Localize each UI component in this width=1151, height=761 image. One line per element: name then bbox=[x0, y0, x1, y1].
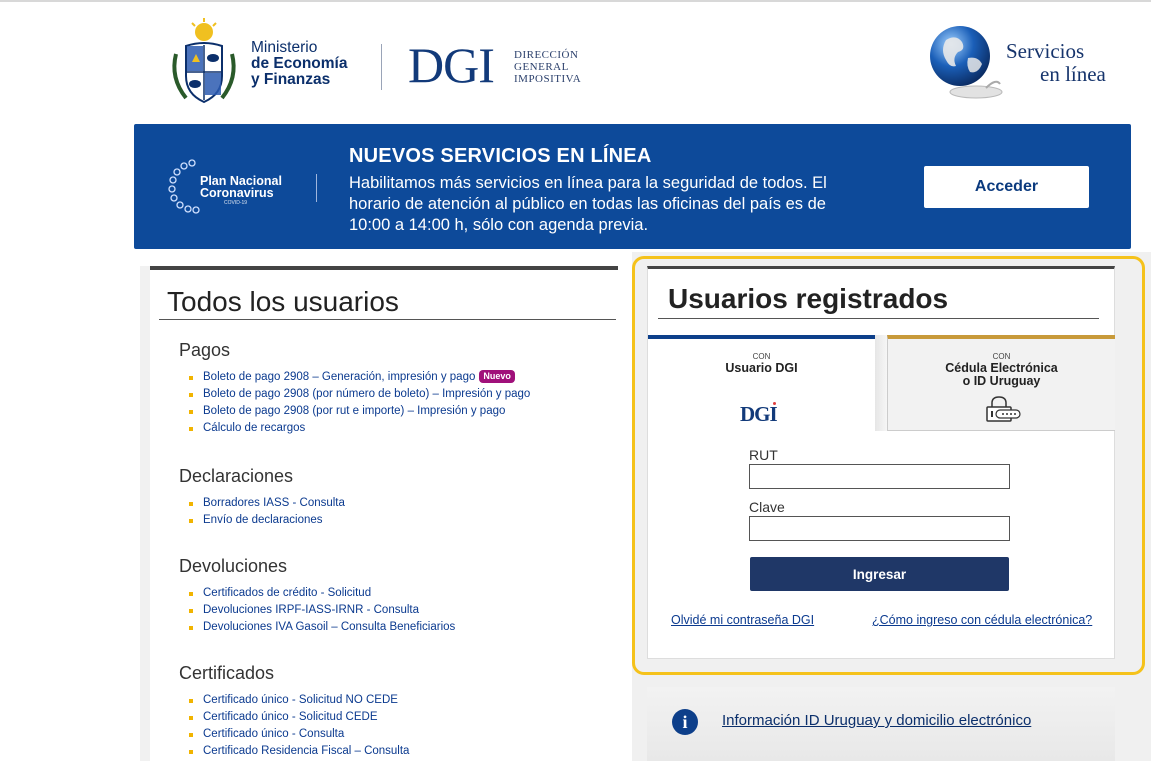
devoluciones-list: Certificados de crédito - Solicitud Devo… bbox=[179, 585, 455, 636]
ministry-line-1: Ministerio bbox=[251, 39, 318, 56]
login-highlight-frame bbox=[632, 256, 1145, 675]
info-id-uruguay-box: i Información ID Uruguay y domicilio ele… bbox=[647, 687, 1115, 761]
list-item-link[interactable]: Boleto de pago 2908 – Generación, impres… bbox=[203, 371, 475, 383]
acceder-button[interactable]: Acceder bbox=[924, 166, 1089, 208]
plan-nacional-label: Plan Nacional Coronavirus COVID-19 bbox=[200, 175, 282, 206]
dgi-name-line-3: IMPOSITIVA bbox=[514, 73, 582, 85]
banner-title: NUEVOS SERVICIOS EN LÍNEA bbox=[349, 145, 652, 167]
ministry-line-3: y Finanzas bbox=[251, 71, 331, 88]
list-item[interactable]: Certificado único - Solicitud NO CEDE bbox=[188, 692, 409, 709]
ministry-name: Ministerio de Economía y Finanzas bbox=[251, 40, 347, 88]
ministry-line-2: de Economía bbox=[251, 55, 348, 72]
servicios-line-2: en línea bbox=[1040, 62, 1106, 86]
list-item[interactable]: Certificado único - Consulta bbox=[188, 726, 409, 743]
info-id-uruguay-link[interactable]: Información ID Uruguay y domicilio elect… bbox=[722, 712, 1031, 729]
section-heading: Declaraciones bbox=[179, 466, 294, 486]
list-item[interactable]: Devoluciones IVA Gasoil – Consulta Benef… bbox=[188, 619, 455, 636]
section-heading: Certificados bbox=[179, 663, 275, 683]
servicios-en-linea-title: Servicios en línea bbox=[1006, 40, 1106, 86]
list-item[interactable]: Boleto de pago 2908 (por número de bolet… bbox=[188, 386, 530, 403]
list-item[interactable]: Envío de declaraciones bbox=[189, 512, 345, 529]
section-devoluciones: Devoluciones Certificados de crédito - S… bbox=[179, 556, 455, 636]
todos-title: Todos los usuarios bbox=[167, 286, 399, 317]
dgi-name-line-2: GENERAL bbox=[514, 61, 569, 73]
certificados-list: Certificado único - Solicitud NO CEDE Ce… bbox=[179, 692, 409, 760]
info-icon: i bbox=[672, 709, 698, 735]
plan-nacional-logo-icon bbox=[168, 159, 200, 214]
nuevo-badge: Nuevo bbox=[479, 370, 515, 383]
list-item[interactable]: Borradores IASS - Consulta bbox=[189, 495, 345, 512]
section-heading: Pagos bbox=[179, 340, 231, 360]
uruguay-coat-of-arms-icon bbox=[172, 18, 236, 104]
section-pagos: Pagos Boleto de pago 2908 – Generación, … bbox=[179, 340, 530, 437]
section-certificados: Certificados Certificado único - Solicit… bbox=[179, 663, 409, 760]
declaraciones-list: Borradores IASS - Consulta Envío de decl… bbox=[179, 495, 345, 529]
top-divider bbox=[0, 0, 1151, 2]
todos-los-usuarios-panel: Todos los usuarios Pagos Boleto de pago … bbox=[140, 266, 618, 761]
pagos-list: Boleto de pago 2908 – Generación, impres… bbox=[179, 369, 530, 437]
section-declaraciones: Declaraciones Borradores IASS - Consulta… bbox=[179, 466, 345, 529]
dgi-logo: DGI bbox=[408, 37, 495, 93]
list-item[interactable]: Certificado Residencia Fiscal – Consulta bbox=[188, 743, 409, 760]
dgi-name-line-1: DIRECCIÓN bbox=[514, 49, 579, 61]
servicios-line-1: Servicios bbox=[1006, 39, 1085, 63]
section-heading: Devoluciones bbox=[179, 556, 288, 576]
list-item[interactable]: Cálculo de recargos bbox=[188, 420, 530, 437]
list-item[interactable]: Boleto de pago 2908 (por rut e importe) … bbox=[188, 403, 530, 420]
plan-line-2: Coronavirus bbox=[200, 186, 274, 200]
dgi-full-name: DIRECCIÓN GENERAL IMPOSITIVA bbox=[514, 49, 581, 85]
header-separator bbox=[381, 44, 382, 90]
globe-mouse-icon bbox=[930, 26, 1003, 99]
plan-small-label: COVID-19 bbox=[224, 200, 248, 206]
todos-title-underline bbox=[159, 319, 616, 320]
banner-separator bbox=[316, 174, 317, 202]
list-item[interactable]: Devoluciones IRPF-IASS-IRNR - Consulta bbox=[188, 602, 455, 619]
list-item[interactable]: Certificado único - Solicitud CEDE bbox=[188, 709, 409, 726]
banner-body-text: Habilitamos más servicios en línea para … bbox=[349, 174, 827, 234]
list-item[interactable]: Boleto de pago 2908 – Generación, impres… bbox=[188, 369, 530, 386]
list-item[interactable]: Certificados de crédito - Solicitud bbox=[188, 585, 455, 602]
covid-banner: Plan Nacional Coronavirus COVID-19 NUEVO… bbox=[134, 124, 1131, 249]
